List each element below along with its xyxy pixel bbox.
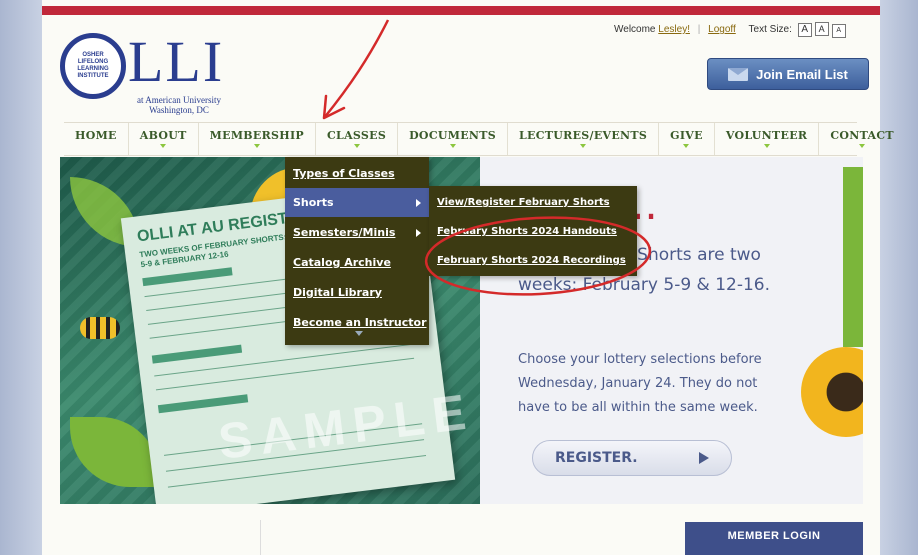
- stem-decoration: [843, 167, 863, 347]
- envelope-icon: [728, 67, 749, 81]
- sunflower-decoration: [801, 347, 863, 437]
- chevron-down-icon: [449, 144, 456, 148]
- chevron-down-icon: [355, 331, 363, 336]
- sample-watermark: SAMPLE: [215, 383, 477, 470]
- menu-item-shorts-label: Shorts: [293, 196, 334, 209]
- logo-wordmark[interactable]: LLI: [128, 32, 224, 92]
- nav-home[interactable]: HOME: [64, 123, 129, 155]
- text-size-label: Text Size:: [748, 24, 792, 35]
- annotation-arrow-icon: [322, 19, 390, 120]
- register-button[interactable]: REGISTER.: [532, 440, 732, 476]
- text-size-large-button[interactable]: A: [797, 23, 812, 37]
- right-background: [880, 0, 918, 555]
- register-button-label: REGISTER.: [555, 450, 638, 466]
- text-size-medium-button[interactable]: A: [814, 22, 829, 36]
- nav-documents[interactable]: DOCUMENTS: [398, 123, 509, 155]
- nav-contact-label: CONTACT: [830, 129, 894, 142]
- chevron-down-icon: [253, 144, 260, 148]
- logo-subtitle: at American University Washington, DC: [137, 95, 221, 115]
- play-arrow-icon: [699, 452, 709, 464]
- chevron-down-icon: [160, 144, 167, 148]
- welcome-text: Welcome: [614, 24, 656, 35]
- chevron-down-icon: [859, 144, 866, 148]
- nav-give-label: GIVE: [670, 129, 703, 142]
- annotation-circle-icon: [424, 216, 652, 296]
- user-profile-link[interactable]: Lesley!: [658, 24, 690, 35]
- nav-classes[interactable]: CLASSES: [316, 123, 399, 155]
- hero-lottery-text: Choose your lottery selections before We…: [518, 352, 762, 415]
- left-background: [0, 0, 42, 555]
- nav-classes-label: CLASSES: [326, 129, 387, 142]
- divider: [260, 520, 261, 555]
- chevron-down-icon: [763, 144, 770, 148]
- form-section-band: [151, 344, 243, 364]
- classes-dropdown-menu: Types of Classes Shorts Semesters/Minis …: [285, 157, 429, 345]
- nav-volunteer[interactable]: VOLUNTEER: [715, 123, 820, 155]
- text-size-small-button[interactable]: A: [831, 24, 846, 38]
- join-email-list-label: Join Email List: [756, 66, 848, 82]
- nav-lectures-events-label: LECTURES/EVENTS: [519, 129, 648, 142]
- nav-about[interactable]: ABOUT: [129, 123, 199, 155]
- menu-item-types-of-classes[interactable]: Types of Classes: [285, 159, 429, 188]
- logoff-link[interactable]: Logoff: [708, 24, 736, 35]
- menu-item-catalog-archive[interactable]: Catalog Archive: [285, 248, 429, 277]
- separator: |: [697, 24, 701, 35]
- menu-item-shorts[interactable]: Shorts: [285, 188, 429, 217]
- bee-decoration: [80, 317, 120, 339]
- chevron-down-icon: [683, 144, 690, 148]
- nav-give[interactable]: GIVE: [659, 123, 715, 155]
- menu-item-semesters-minis[interactable]: Semesters/Minis: [285, 218, 429, 247]
- utility-bar: Welcome Lesley! | Logoff Text Size: AAA: [614, 22, 846, 38]
- form-line: [155, 357, 415, 391]
- nav-home-label: HOME: [75, 129, 117, 142]
- menu-item-digital-library[interactable]: Digital Library: [285, 278, 429, 307]
- chevron-down-icon: [580, 144, 587, 148]
- logo[interactable]: OSHER LIFELONG LEARNING INSTITUTE: [60, 33, 126, 99]
- chevron-right-icon: [416, 199, 421, 207]
- form-section-band: [142, 267, 233, 287]
- logo-institute-text: OSHER LIFELONG LEARNING INSTITUTE: [77, 52, 109, 79]
- nav-about-label: ABOUT: [139, 129, 187, 142]
- form-line: [154, 343, 413, 377]
- main-nav: HOME ABOUT MEMBERSHIP CLASSES DOCUMENTS …: [64, 122, 894, 156]
- nav-membership[interactable]: MEMBERSHIP: [199, 123, 316, 155]
- nav-membership-label: MEMBERSHIP: [209, 129, 304, 142]
- chevron-down-icon: [353, 144, 360, 148]
- nav-contact[interactable]: CONTACT: [819, 123, 905, 155]
- member-login-button[interactable]: MEMBER LOGIN: [685, 522, 863, 555]
- nav-documents-label: DOCUMENTS: [409, 129, 497, 142]
- top-accent-bar: [42, 6, 880, 15]
- page: OSHER LIFELONG LEARNING INSTITUTE LLI at…: [42, 0, 894, 555]
- menu-item-semesters-minis-label: Semesters/Minis: [293, 226, 396, 239]
- nav-lectures-events[interactable]: LECTURES/EVENTS: [508, 123, 660, 155]
- join-email-list-button[interactable]: Join Email List: [707, 58, 869, 90]
- nav-volunteer-label: VOLUNTEER: [725, 129, 808, 142]
